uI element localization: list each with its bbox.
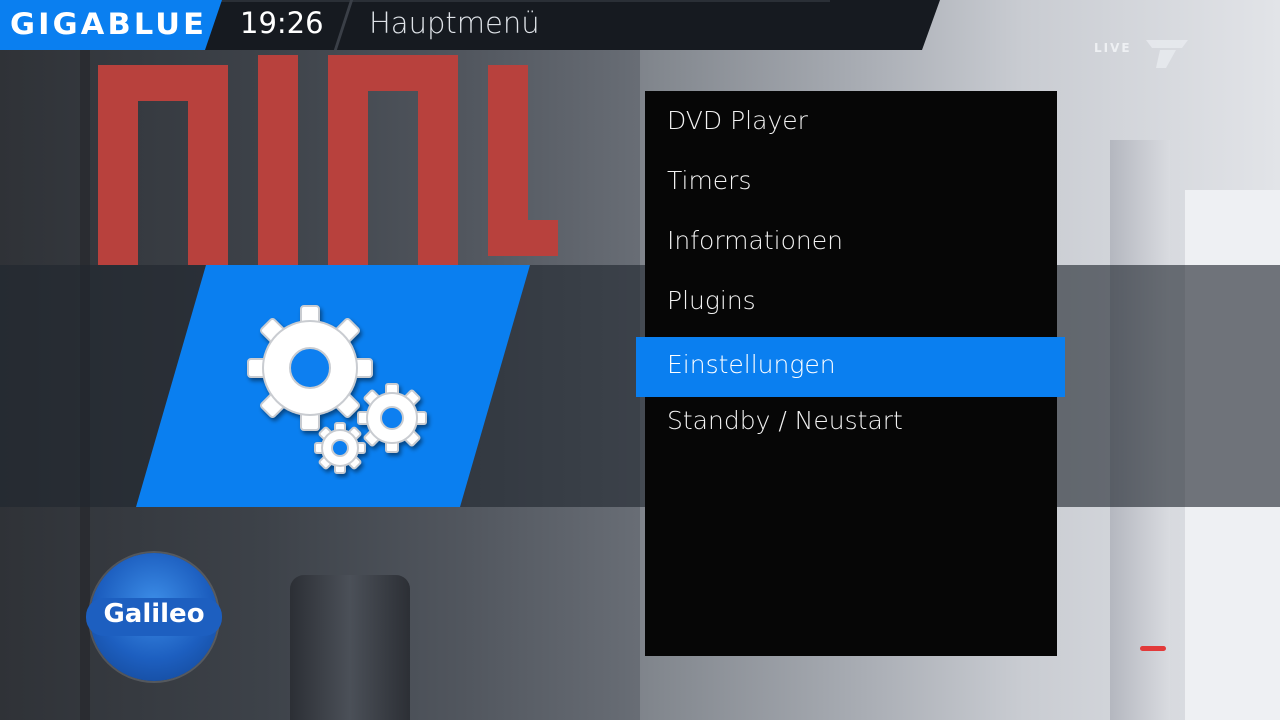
menu-item-label: Einstellungen (667, 350, 836, 379)
tv-background-pillar (290, 575, 410, 720)
brand-logo-text: GIGABLUE (10, 7, 208, 41)
channel-logo-text: Galileo (103, 599, 205, 629)
menu-item-einstellungen[interactable]: Einstellungen (636, 337, 1065, 397)
menu-item-informationen[interactable]: Informationen (645, 213, 1057, 273)
tv-background-sign (88, 55, 558, 265)
gears-icon (247, 305, 427, 474)
menu-item-label: Standby / Neustart (667, 406, 903, 435)
menu-item-label: Timers (667, 166, 752, 195)
menu-item-plugins[interactable]: Plugins (645, 273, 1057, 333)
menu-item-label: Plugins (667, 286, 756, 315)
menu-item-dvd-player[interactable]: DVD Player (645, 93, 1057, 153)
brand-logo: GIGABLUE (0, 0, 222, 50)
live-badge: LIVE (1094, 41, 1132, 55)
menu-item-label: Informationen (667, 226, 843, 255)
menu-item-standby-neustart[interactable]: Standby / Neustart (645, 393, 1057, 453)
channel-watermark-icon (1146, 40, 1188, 68)
menu-item-timers[interactable]: Timers (645, 153, 1057, 213)
menu-item-label: DVD Player (667, 106, 808, 135)
clock: 19:26 (240, 6, 324, 40)
main-menu-list: DVD Player Timers Informationen Plugins … (636, 91, 1065, 656)
page-title: Hauptmenü (369, 6, 540, 40)
tv-background-light (1140, 646, 1166, 651)
